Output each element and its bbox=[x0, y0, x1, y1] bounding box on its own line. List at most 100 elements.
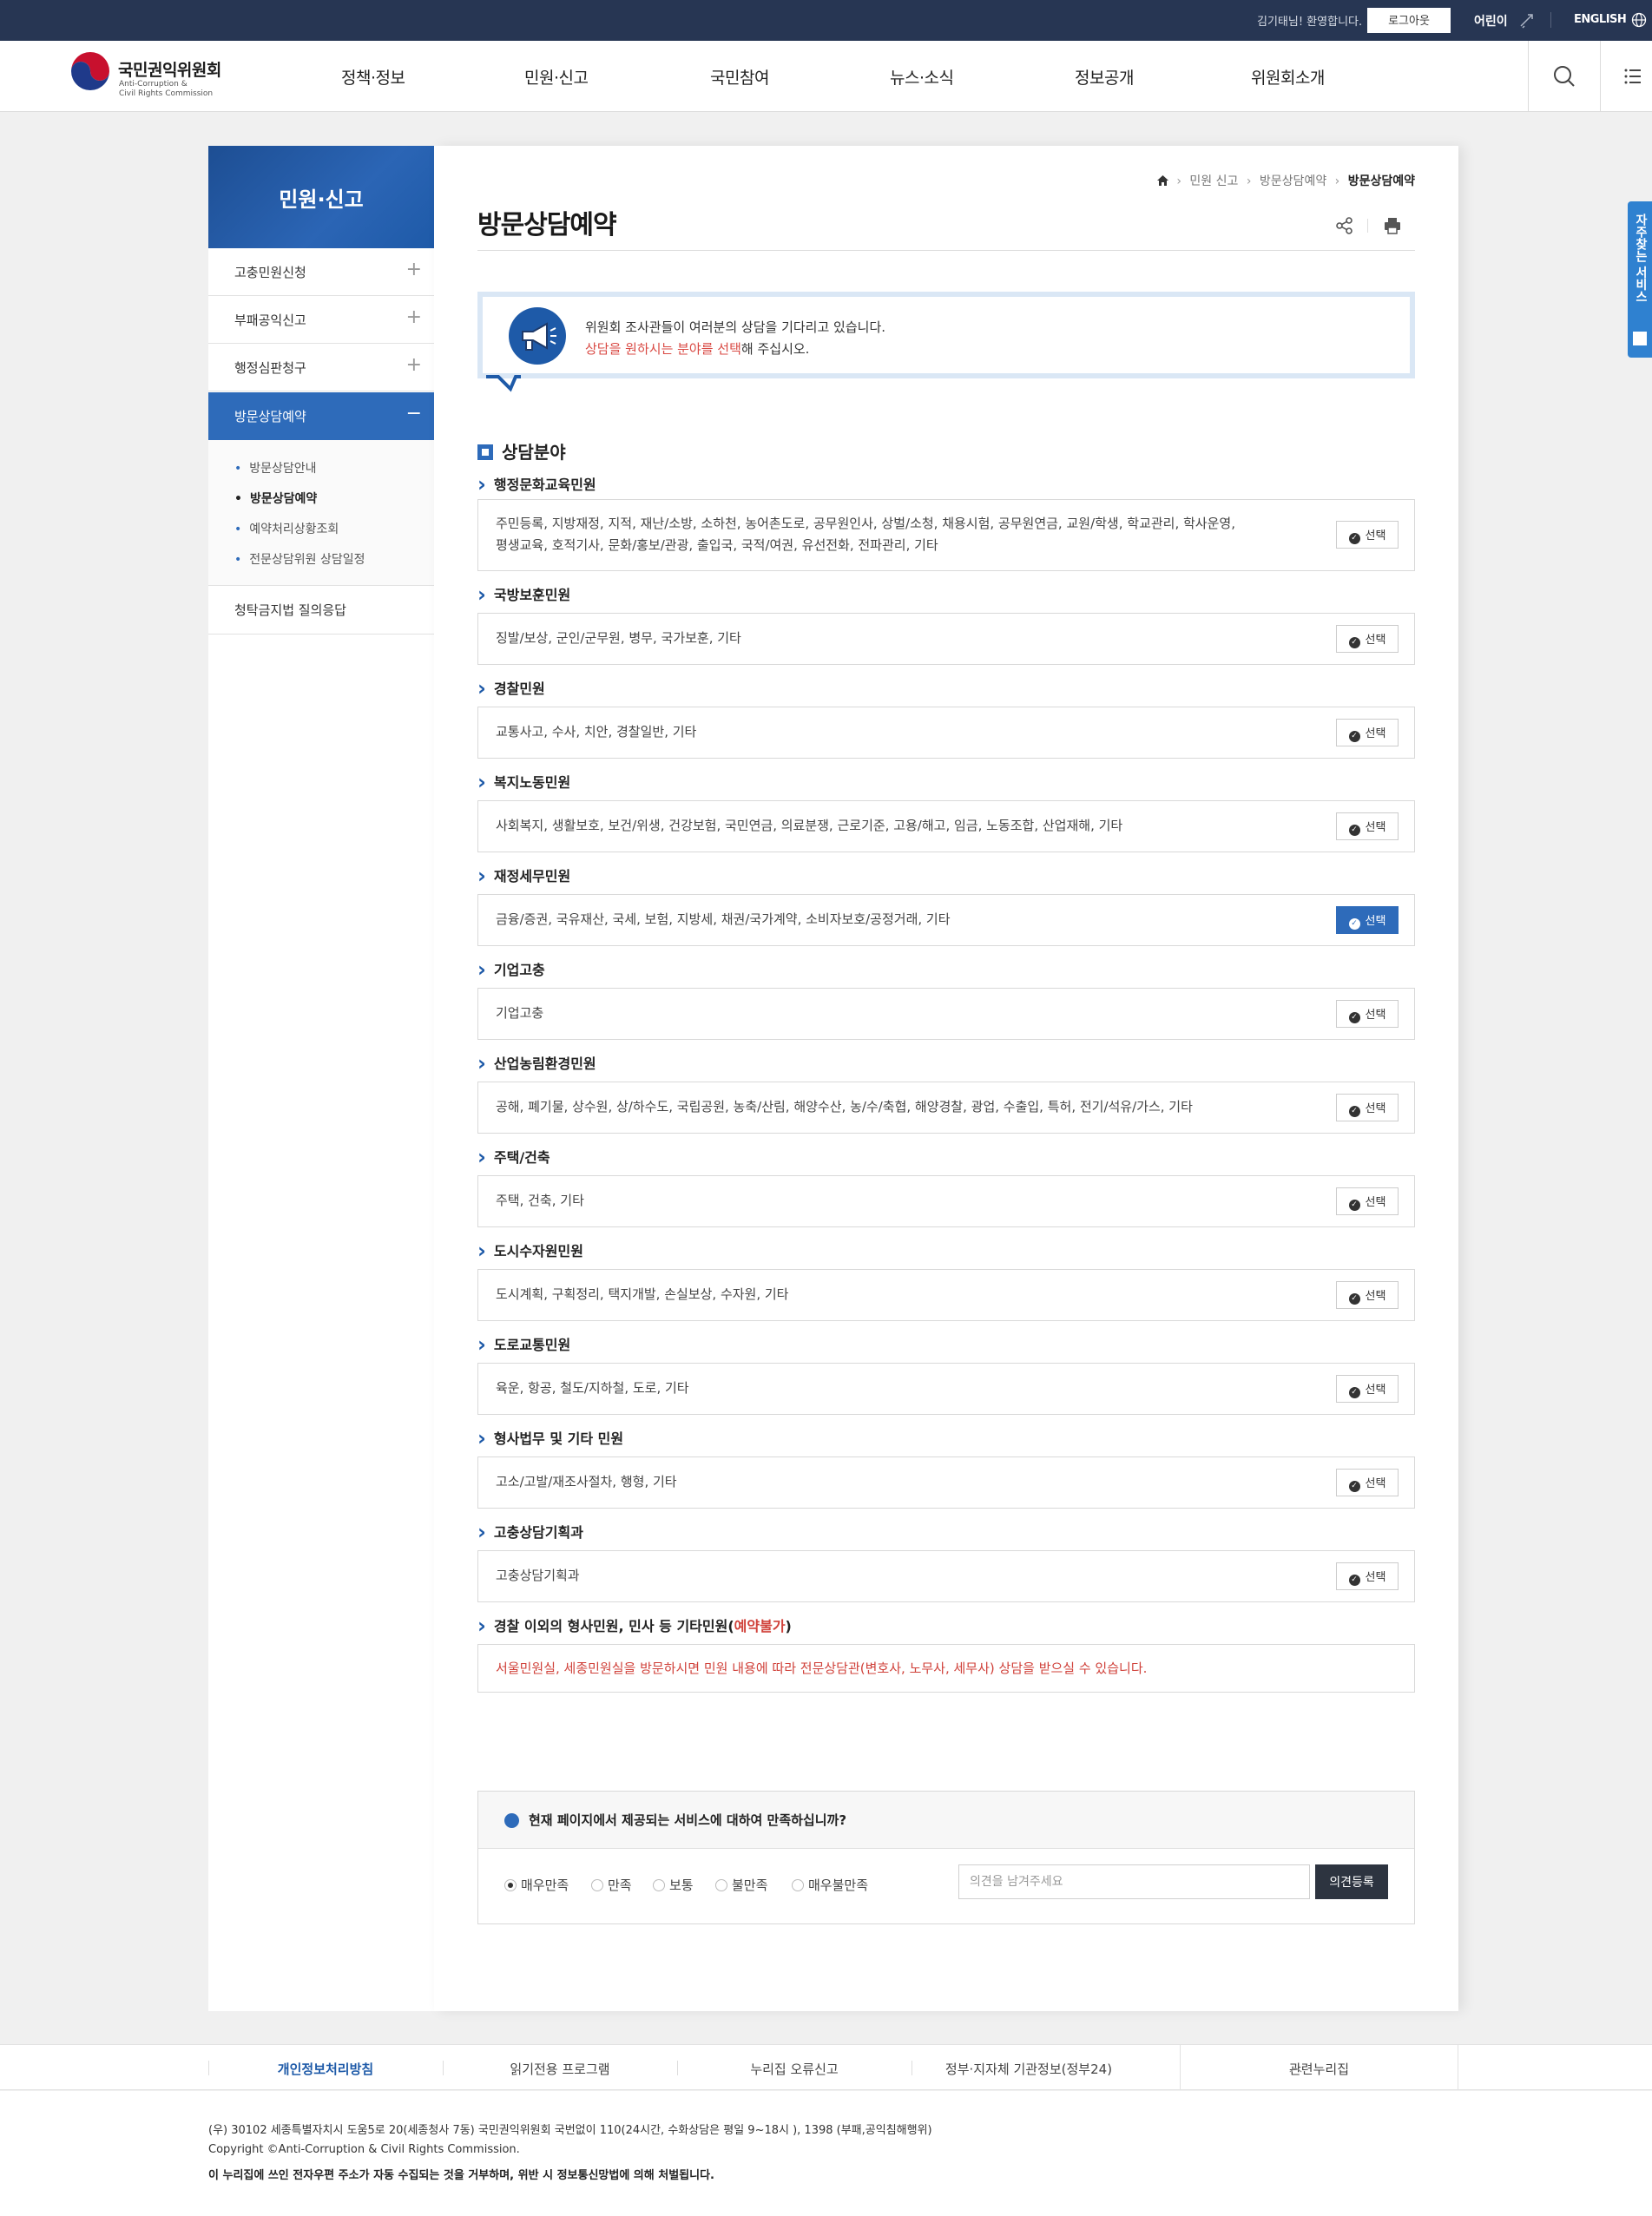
radio-dot-icon bbox=[504, 1879, 517, 1891]
select-button[interactable]: ✓ 선택 bbox=[1336, 1187, 1399, 1215]
category-title: 행정문화교육민원 bbox=[477, 472, 596, 496]
select-button[interactable]: ✓ 선택 bbox=[1336, 1469, 1399, 1496]
radio-very-dissatisfied[interactable]: 매우불만족 bbox=[792, 1876, 868, 1894]
nav-disclosure[interactable]: 정보공개 bbox=[1075, 65, 1134, 89]
category-title: 국방보훈민원 bbox=[477, 582, 570, 607]
category-desc: 금융/증권, 국유재산, 국세, 보험, 지방세, 채권/국가계약, 소비자보호… bbox=[496, 911, 951, 927]
nav-news[interactable]: 뉴스·소식 bbox=[890, 65, 954, 89]
lnb-item-label: 부패공익신고 bbox=[234, 312, 306, 328]
lnb-item-graft-act-qna[interactable]: 청탁금지법 질의응답 bbox=[208, 586, 434, 635]
chevron-right-icon: › bbox=[1176, 174, 1181, 188]
select-label: 선택 bbox=[1365, 1570, 1386, 1584]
category-title: 산업농림환경민원 bbox=[477, 1051, 596, 1075]
survey-question: 현재 페이지에서 제공되는 서비스에 대하여 만족하십니까? bbox=[529, 1812, 847, 1828]
logout-button[interactable]: 로그아웃 bbox=[1367, 8, 1451, 33]
globe-icon[interactable] bbox=[1631, 12, 1647, 28]
radio-dissatisfied[interactable]: 불만족 bbox=[715, 1876, 767, 1894]
select-label: 선택 bbox=[1365, 1289, 1386, 1303]
nav-policy[interactable]: 정책·정보 bbox=[341, 65, 405, 89]
category-desc: 교통사고, 수사, 치안, 경찰일반, 기타 bbox=[496, 724, 697, 740]
check-icon: ✓ bbox=[1348, 1480, 1360, 1492]
radio-very-satisfied[interactable]: 매우만족 bbox=[504, 1876, 569, 1894]
check-icon: ✓ bbox=[1348, 532, 1360, 544]
category-title: 도시수자원민원 bbox=[477, 1239, 583, 1263]
opinion-input[interactable] bbox=[958, 1864, 1310, 1899]
logo-korean: 국민권익위원회 bbox=[118, 61, 221, 80]
category-title-no-reservation: 경찰 이외의 형사민원, 민사 등 기타민원(예약불가) bbox=[477, 1614, 792, 1638]
plus-icon[interactable]: + bbox=[406, 259, 422, 280]
lnb-sub-visit-guide[interactable]: 방문상담안내 bbox=[234, 459, 316, 477]
category-desc-notice: 서울민원실, 세종민원실을 방문하시면 민원 내용에 따라 전문상담관(변호사,… bbox=[496, 1660, 1148, 1676]
breadcrumb: › 민원 신고 › 방문상담예약 › 방문상담예약 bbox=[1156, 172, 1415, 189]
category-title: 재정세무민원 bbox=[477, 864, 570, 888]
lnb-item-visit-reservation[interactable]: 방문상담예약 − bbox=[208, 392, 434, 440]
category-box: 고충상담기획과 ✓ 선택 bbox=[477, 1550, 1415, 1602]
nav-about[interactable]: 위원회소개 bbox=[1251, 65, 1325, 89]
category-box: 육운, 항공, 철도/지하철, 도로, 기타 ✓ 선택 bbox=[477, 1363, 1415, 1415]
nav-complaint[interactable]: 민원·신고 bbox=[524, 65, 589, 89]
select-label: 선택 bbox=[1365, 1101, 1386, 1115]
submit-opinion-button[interactable]: 의견등록 bbox=[1315, 1864, 1388, 1899]
select-button[interactable]: ✓ 선택 bbox=[1336, 1562, 1399, 1590]
lnb-item-corruption-report[interactable]: 부패공익신고 + bbox=[208, 296, 434, 344]
category-title: 경찰민원 bbox=[477, 676, 545, 700]
lnb-header: 민원·신고 bbox=[208, 146, 434, 248]
menu-icon[interactable] bbox=[1619, 62, 1647, 90]
breadcrumb-current: 방문상담예약 bbox=[1347, 174, 1415, 188]
select-button[interactable]: ✓ 선택 bbox=[1336, 719, 1399, 746]
kids-link[interactable]: 어린이 bbox=[1474, 12, 1508, 30]
plus-icon[interactable]: + bbox=[406, 354, 422, 376]
site-footer: (우) 30102 세종특별자치시 도움5로 20(세종청사 7동) 국민권익위… bbox=[0, 2091, 1652, 2216]
select-button[interactable]: ✓ 선택 bbox=[1336, 1375, 1399, 1403]
smiley-icon bbox=[504, 1813, 519, 1828]
category-box: 고소/고발/재조사절차, 행형, 기타 ✓ 선택 bbox=[477, 1457, 1415, 1509]
share-icon[interactable] bbox=[1334, 215, 1355, 236]
select-button[interactable]: ✓ 선택 bbox=[1336, 625, 1399, 653]
privacy-policy-link[interactable]: 개인정보처리방침 bbox=[208, 2060, 443, 2078]
select-button[interactable]: ✓ 선택 bbox=[1336, 521, 1399, 549]
select-button[interactable]: ✓ 선택 bbox=[1336, 812, 1399, 840]
select-button[interactable]: ✓ 선택 bbox=[1336, 1281, 1399, 1309]
category-desc: 기업고충 bbox=[496, 1005, 544, 1021]
logo[interactable]: 국민권익위원회 Anti-Corruption & Civil Rights C… bbox=[68, 52, 267, 101]
lnb-title: 민원·신고 bbox=[279, 187, 364, 212]
check-icon: ✓ bbox=[1348, 1011, 1360, 1023]
select-button-selected[interactable]: ✓ 선택 bbox=[1336, 906, 1399, 934]
gov24-link[interactable]: 정부·지자체 기관정보(정부24) bbox=[912, 2060, 1146, 2078]
lnb-sub-visit-reservation[interactable]: 방문상담예약 bbox=[234, 490, 317, 507]
related-sites-dropdown[interactable]: 관련누리집 ︿ bbox=[1180, 2045, 1458, 2089]
title-divider bbox=[477, 250, 1415, 251]
home-icon[interactable] bbox=[1156, 175, 1168, 186]
lnb-sub-reservation-status[interactable]: 예약처리상황조회 bbox=[234, 520, 339, 537]
plus-icon[interactable]: + bbox=[406, 306, 422, 328]
print-icon[interactable] bbox=[1382, 215, 1403, 236]
category-box: 징발/보상, 군인/군무원, 병무, 국가보훈, 기타 ✓ 선택 bbox=[477, 613, 1415, 665]
rocket-icon[interactable] bbox=[1517, 10, 1537, 30]
select-label: 선택 bbox=[1365, 820, 1386, 834]
notice-line2-rest: 해 주십시오. bbox=[740, 341, 810, 357]
select-button[interactable]: ✓ 선택 bbox=[1336, 1000, 1399, 1028]
divider bbox=[1528, 41, 1529, 112]
nav-participation[interactable]: 국민참여 bbox=[710, 65, 769, 89]
lnb-item-admin-appeal[interactable]: 행정심판청구 + bbox=[208, 344, 434, 391]
lnb-item-label: 고충민원신청 bbox=[234, 265, 306, 280]
lnb-sub-expert-schedule[interactable]: 전문상담위원 상담일정 bbox=[234, 550, 365, 568]
breadcrumb-item[interactable]: 방문상담예약 bbox=[1260, 174, 1326, 188]
lnb-item-grievance[interactable]: 고충민원신청 + bbox=[208, 248, 434, 296]
radio-neutral[interactable]: 보통 bbox=[653, 1876, 694, 1894]
radio-dot-icon bbox=[792, 1879, 804, 1891]
category-desc: 공해, 폐기물, 상수원, 상/하수도, 국립공원, 농축/산림, 해양수산, … bbox=[496, 1099, 1193, 1115]
error-report-link[interactable]: 누리집 오류신고 bbox=[677, 2060, 912, 2078]
select-button[interactable]: ✓ 선택 bbox=[1336, 1094, 1399, 1121]
breadcrumb-item[interactable]: 민원 신고 bbox=[1189, 174, 1238, 188]
minus-icon[interactable]: − bbox=[406, 403, 422, 424]
frequent-services-tab[interactable]: 자주찾는 서비스 bbox=[1628, 201, 1652, 358]
readonly-program-link[interactable]: 읽기전용 프로그램 bbox=[443, 2060, 677, 2078]
select-label: 선택 bbox=[1365, 529, 1386, 542]
radio-label: 만족 bbox=[608, 1877, 632, 1893]
page-tools bbox=[1334, 214, 1421, 240]
search-icon[interactable] bbox=[1550, 62, 1578, 90]
select-label: 선택 bbox=[1365, 1195, 1386, 1209]
english-link[interactable]: ENGLISH bbox=[1574, 13, 1627, 26]
radio-satisfied[interactable]: 만족 bbox=[591, 1876, 632, 1894]
